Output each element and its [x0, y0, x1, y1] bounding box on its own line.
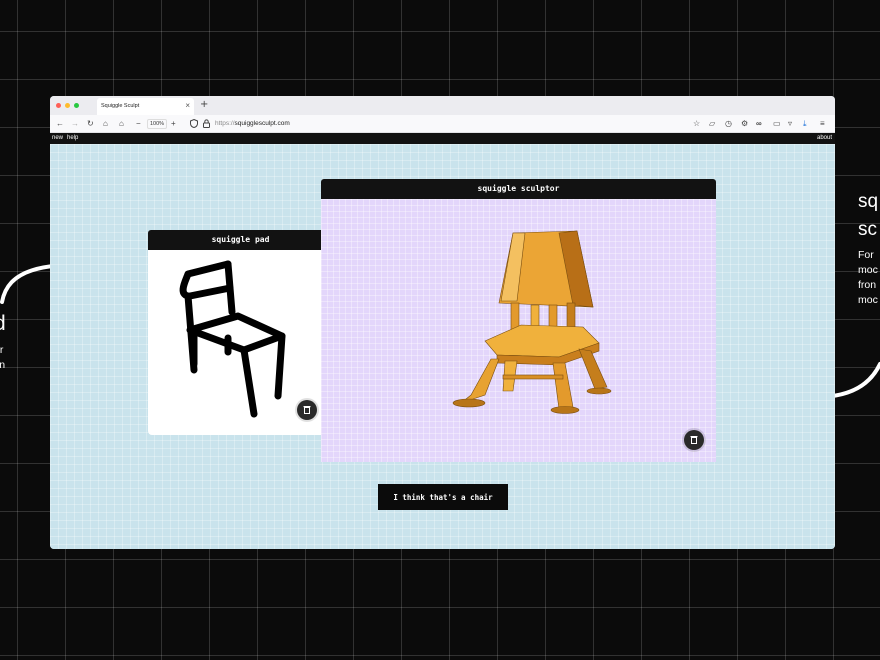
lock-icon [203, 119, 210, 128]
left-caption-line: ur [0, 344, 4, 356]
history-icon[interactable]: ◷ [725, 118, 732, 130]
menu-new[interactable]: new [52, 135, 63, 141]
left-caption-title: d [0, 312, 6, 336]
trash-icon [303, 406, 311, 414]
confirm-guess-button[interactable]: I think that's a chair [378, 484, 508, 510]
reload-icon[interactable]: ↻ [87, 118, 94, 130]
sculptor-title: squiggle sculptor [321, 179, 716, 199]
app-canvas: squiggle pad squiggle sculptor I think t… [50, 144, 835, 549]
sidebar-icon[interactable]: ▭ [773, 118, 781, 130]
extensions-icon[interactable]: ⌂ [119, 118, 124, 130]
url-host: squigglesculpt.com [234, 120, 290, 127]
minimize-window-icon[interactable] [65, 103, 70, 108]
maximize-window-icon[interactable] [74, 103, 79, 108]
pocket-icon[interactable]: ▿ [788, 118, 792, 130]
chair-3d-model [452, 230, 612, 414]
menu-help[interactable]: help [67, 135, 78, 141]
address-bar[interactable]: https://squigglesculpt.com [215, 120, 290, 127]
tab-bar: Squiggle Sculpt × + [50, 96, 835, 115]
sculptor-trash-button[interactable] [684, 430, 704, 450]
back-icon[interactable]: ← [56, 118, 64, 130]
squiggle-pad: squiggle pad [148, 230, 333, 435]
left-caption-body: ur vn [0, 343, 5, 373]
squiggle-sculptor: squiggle sculptor [321, 179, 716, 462]
pad-trash-button[interactable] [297, 400, 317, 420]
right-caption-line: moc [858, 264, 878, 276]
right-caption-line: moc [858, 294, 878, 306]
reader-icon[interactable]: ▱ [709, 118, 715, 130]
left-caption-line: vn [0, 359, 6, 371]
settings-gear-icon[interactable]: ⚙ [741, 118, 748, 130]
url-protocol: https:// [215, 120, 235, 127]
model-viewport[interactable] [321, 199, 716, 462]
right-caption-title-line: sq [858, 191, 879, 212]
browser-window: Squiggle Sculpt × + ← → ↻ ⌂ ⌂ − 100% + h… [50, 96, 835, 549]
navigation-bar: ← → ↻ ⌂ ⌂ − 100% + https://squigglesculp… [50, 115, 835, 133]
forward-icon[interactable]: → [71, 118, 79, 130]
download-icon[interactable]: ⤓ [803, 118, 807, 130]
drawing-canvas[interactable] [148, 250, 333, 435]
right-caption-title-line: sc [858, 219, 877, 240]
zoom-level[interactable]: 100% [147, 119, 168, 129]
zoom-out-icon[interactable]: − [136, 118, 141, 130]
close-window-icon[interactable] [56, 103, 61, 108]
home-icon[interactable]: ⌂ [103, 118, 108, 130]
app-menu-bar: new help about [50, 133, 835, 144]
trash-icon [690, 436, 698, 444]
right-caption-line: fron [858, 279, 877, 291]
window-controls [56, 103, 79, 108]
right-caption-line: For [858, 249, 874, 261]
bookmark-star-icon[interactable]: ☆ [693, 118, 700, 130]
browser-tab[interactable]: Squiggle Sculpt × [97, 98, 194, 115]
right-caption-title: sq sc [858, 188, 878, 244]
zoom-in-icon[interactable]: + [171, 118, 176, 130]
menu-icon[interactable]: ≡ [820, 118, 825, 130]
glasses-icon[interactable]: ∞ [756, 118, 762, 130]
menu-about[interactable]: about [817, 135, 832, 141]
new-tab-icon[interactable]: + [200, 99, 208, 110]
shield-icon[interactable] [190, 119, 198, 128]
right-caption-body: For moc fron moc [858, 248, 878, 308]
tab-close-icon[interactable]: × [185, 101, 190, 110]
tab-title: Squiggle Sculpt [101, 103, 140, 109]
pad-title: squiggle pad [148, 230, 333, 250]
